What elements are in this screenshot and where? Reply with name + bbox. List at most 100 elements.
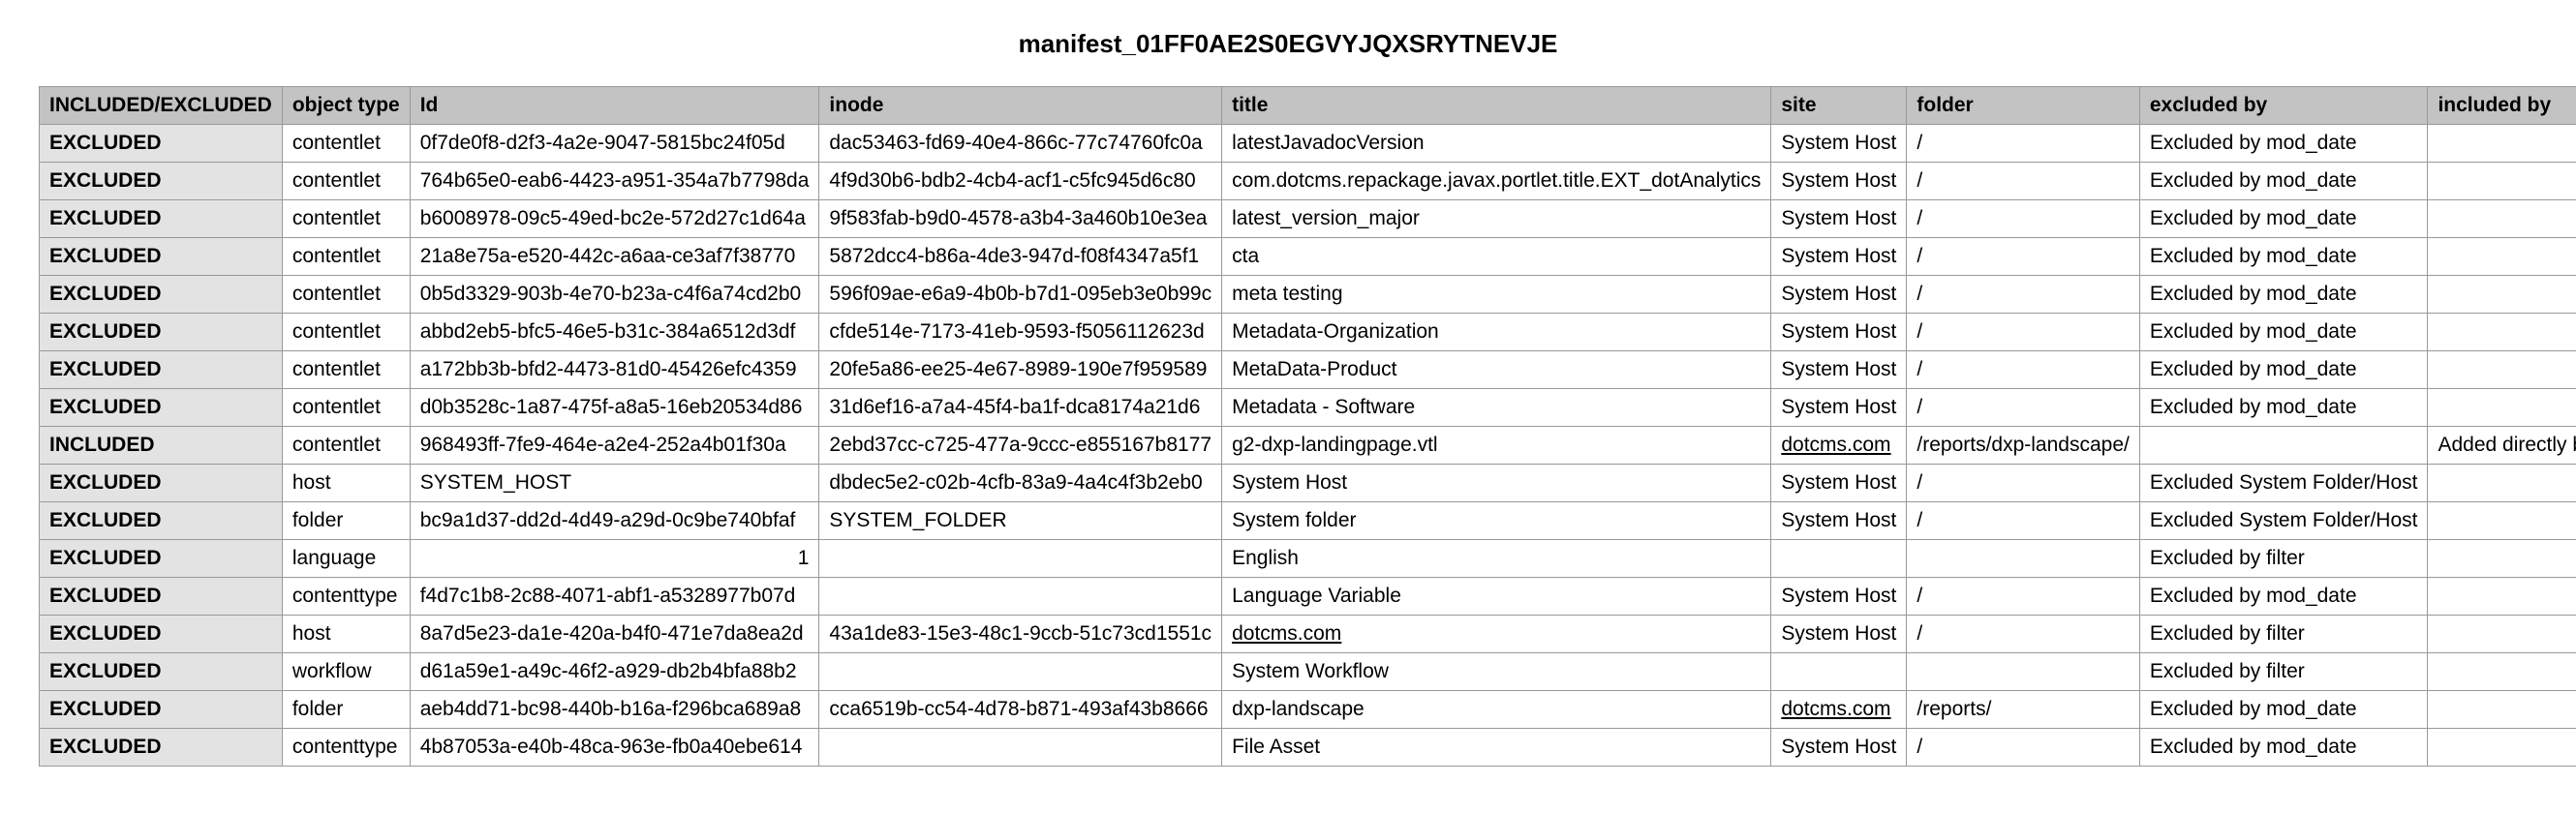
cell-title: System Workflow (1222, 653, 1771, 691)
cell-title: English (1222, 540, 1771, 578)
cell-site: System Host (1771, 578, 1907, 616)
cell-object-type: contentlet (282, 276, 410, 314)
manifest-table: INCLUDED / EXCLUDED object typeIdinodetitle… (39, 86, 2576, 767)
cell-status: EXCLUDED (40, 616, 283, 653)
cell-folder: / (1907, 314, 2139, 351)
cell-site (1771, 653, 1907, 691)
cell-id: bc9a1d37-dd2d-4d49-a29d-0c9be740bfaf (410, 502, 819, 540)
cell-object-type: workflow (282, 653, 410, 691)
cell-included-by (2428, 502, 2576, 540)
cell-excluded-by: Excluded by mod_date (2139, 314, 2428, 351)
cell-title: meta testing (1222, 276, 1771, 314)
cell-title: Metadata-Organization (1222, 314, 1771, 351)
cell-status: EXCLUDED (40, 540, 283, 578)
table-row: EXCLUDEDhost8a7d5e23-da1e-420a-b4f0-471e… (40, 616, 2576, 653)
cell-id: f4d7c1b8-2c88-4071-abf1-a5328977b07d (410, 578, 819, 616)
cell-status: EXCLUDED (40, 238, 283, 276)
cell-object-type: language (282, 540, 410, 578)
cell-site: System Host (1771, 616, 1907, 653)
cell-id: abbd2eb5-bfc5-46e5-b31c-384a6512d3df (410, 314, 819, 351)
cell-folder: /reports/dxp-landscape/ (1907, 427, 2139, 465)
cell-title: File Asset (1222, 729, 1771, 767)
cell-id: 968493ff-7fe9-464e-a2e4-252a4b01f30a (410, 427, 819, 465)
cell-excluded-by: Excluded System Folder/Host (2139, 465, 2428, 502)
cell-status: EXCLUDED (40, 465, 283, 502)
cell-excluded-by (2139, 427, 2428, 465)
cell-id: 8a7d5e23-da1e-420a-b4f0-471e7da8ea2d (410, 616, 819, 653)
cell-folder: / (1907, 351, 2139, 389)
cell-excluded-by: Excluded by mod_date (2139, 276, 2428, 314)
cell-inode: 20fe5a86-ee25-4e67-8989-190e7f959589 (819, 351, 1222, 389)
table-row: EXCLUDEDcontenttype4b87053a-e40b-48ca-96… (40, 729, 2576, 767)
column-header: inode (819, 87, 1222, 125)
cell-site: System Host (1771, 238, 1907, 276)
cell-excluded-by: Excluded by mod_date (2139, 125, 2428, 163)
cell-object-type: contentlet (282, 163, 410, 200)
cell-title: com.dotcms.repackage.javax.portlet.title… (1222, 163, 1771, 200)
cell-included-by (2428, 351, 2576, 389)
cell-object-type: host (282, 616, 410, 653)
cell-site-link[interactable]: dotcms.com (1781, 698, 1890, 720)
cell-excluded-by: Excluded by mod_date (2139, 578, 2428, 616)
cell-folder: / (1907, 616, 2139, 653)
cell-status: EXCLUDED (40, 351, 283, 389)
cell-status: EXCLUDED (40, 200, 283, 238)
cell-inode: 5872dcc4-b86a-4de3-947d-f08f4347a5f1 (819, 238, 1222, 276)
cell-title[interactable]: dotcms.com (1222, 616, 1771, 653)
cell-folder: / (1907, 729, 2139, 767)
cell-excluded-by: Excluded by mod_date (2139, 200, 2428, 238)
cell-title: System folder (1222, 502, 1771, 540)
cell-included-by (2428, 276, 2576, 314)
cell-status: EXCLUDED (40, 502, 283, 540)
cell-site[interactable]: dotcms.com (1771, 691, 1907, 729)
cell-status: EXCLUDED (40, 389, 283, 427)
cell-status: EXCLUDED (40, 578, 283, 616)
cell-title: latest_version_major (1222, 200, 1771, 238)
table-row: EXCLUDEDfolderbc9a1d37-dd2d-4d49-a29d-0c… (40, 502, 2576, 540)
cell-site-link[interactable]: dotcms.com (1781, 434, 1890, 456)
cell-folder: / (1907, 125, 2139, 163)
table-row: EXCLUDEDhostSYSTEM_HOSTdbdec5e2-c02b-4cf… (40, 465, 2576, 502)
cell-included-by (2428, 578, 2576, 616)
cell-site: System Host (1771, 163, 1907, 200)
cell-id: a172bb3b-bfd2-4473-81d0-45426efc4359 (410, 351, 819, 389)
cell-excluded-by: Excluded System Folder/Host (2139, 502, 2428, 540)
cell-excluded-by: Excluded by filter (2139, 653, 2428, 691)
cell-title: Language Variable (1222, 578, 1771, 616)
cell-site: System Host (1771, 502, 1907, 540)
cell-id: 1 (410, 540, 819, 578)
cell-title-link[interactable]: dotcms.com (1232, 622, 1341, 645)
table-row: EXCLUDEDfolderaeb4dd71-bc98-440b-b16a-f2… (40, 691, 2576, 729)
table-header: INCLUDED/EXCLUDEDobject typeIdinodetitle… (40, 87, 2576, 125)
cell-inode: 43a1de83-15e3-48c1-9ccb-51c73cd1551c (819, 616, 1222, 653)
cell-excluded-by: Excluded by mod_date (2139, 351, 2428, 389)
table-row: EXCLUDEDcontentletd0b3528c-1a87-475f-a8a… (40, 389, 2576, 427)
cell-object-type: contentlet (282, 314, 410, 351)
table-row: EXCLUDEDcontentlet0f7de0f8-d2f3-4a2e-904… (40, 125, 2576, 163)
cell-inode (819, 578, 1222, 616)
cell-status: EXCLUDED (40, 653, 283, 691)
table-row: EXCLUDEDlanguage1EnglishExcluded by filt… (40, 540, 2576, 578)
cell-site: System Host (1771, 351, 1907, 389)
column-header: Id (410, 87, 819, 125)
cell-status: INCLUDED (40, 427, 283, 465)
cell-object-type: host (282, 465, 410, 502)
cell-included-by (2428, 691, 2576, 729)
cell-folder: / (1907, 163, 2139, 200)
column-header: object type (282, 87, 410, 125)
column-header: title (1222, 87, 1771, 125)
cell-folder: / (1907, 502, 2139, 540)
cell-site[interactable]: dotcms.com (1771, 427, 1907, 465)
cell-folder: / (1907, 578, 2139, 616)
table-body: EXCLUDEDcontentlet0f7de0f8-d2f3-4a2e-904… (40, 125, 2576, 767)
cell-inode: 4f9d30b6-bdb2-4cb4-acf1-c5fc945d6c80 (819, 163, 1222, 200)
cell-status: EXCLUDED (40, 276, 283, 314)
cell-included-by (2428, 314, 2576, 351)
cell-included-by (2428, 729, 2576, 767)
cell-object-type: folder (282, 691, 410, 729)
column-header: excluded by (2139, 87, 2428, 125)
cell-folder: / (1907, 200, 2139, 238)
cell-title: Metadata - Software (1222, 389, 1771, 427)
cell-id: d0b3528c-1a87-475f-a8a5-16eb20534d86 (410, 389, 819, 427)
cell-included-by (2428, 653, 2576, 691)
